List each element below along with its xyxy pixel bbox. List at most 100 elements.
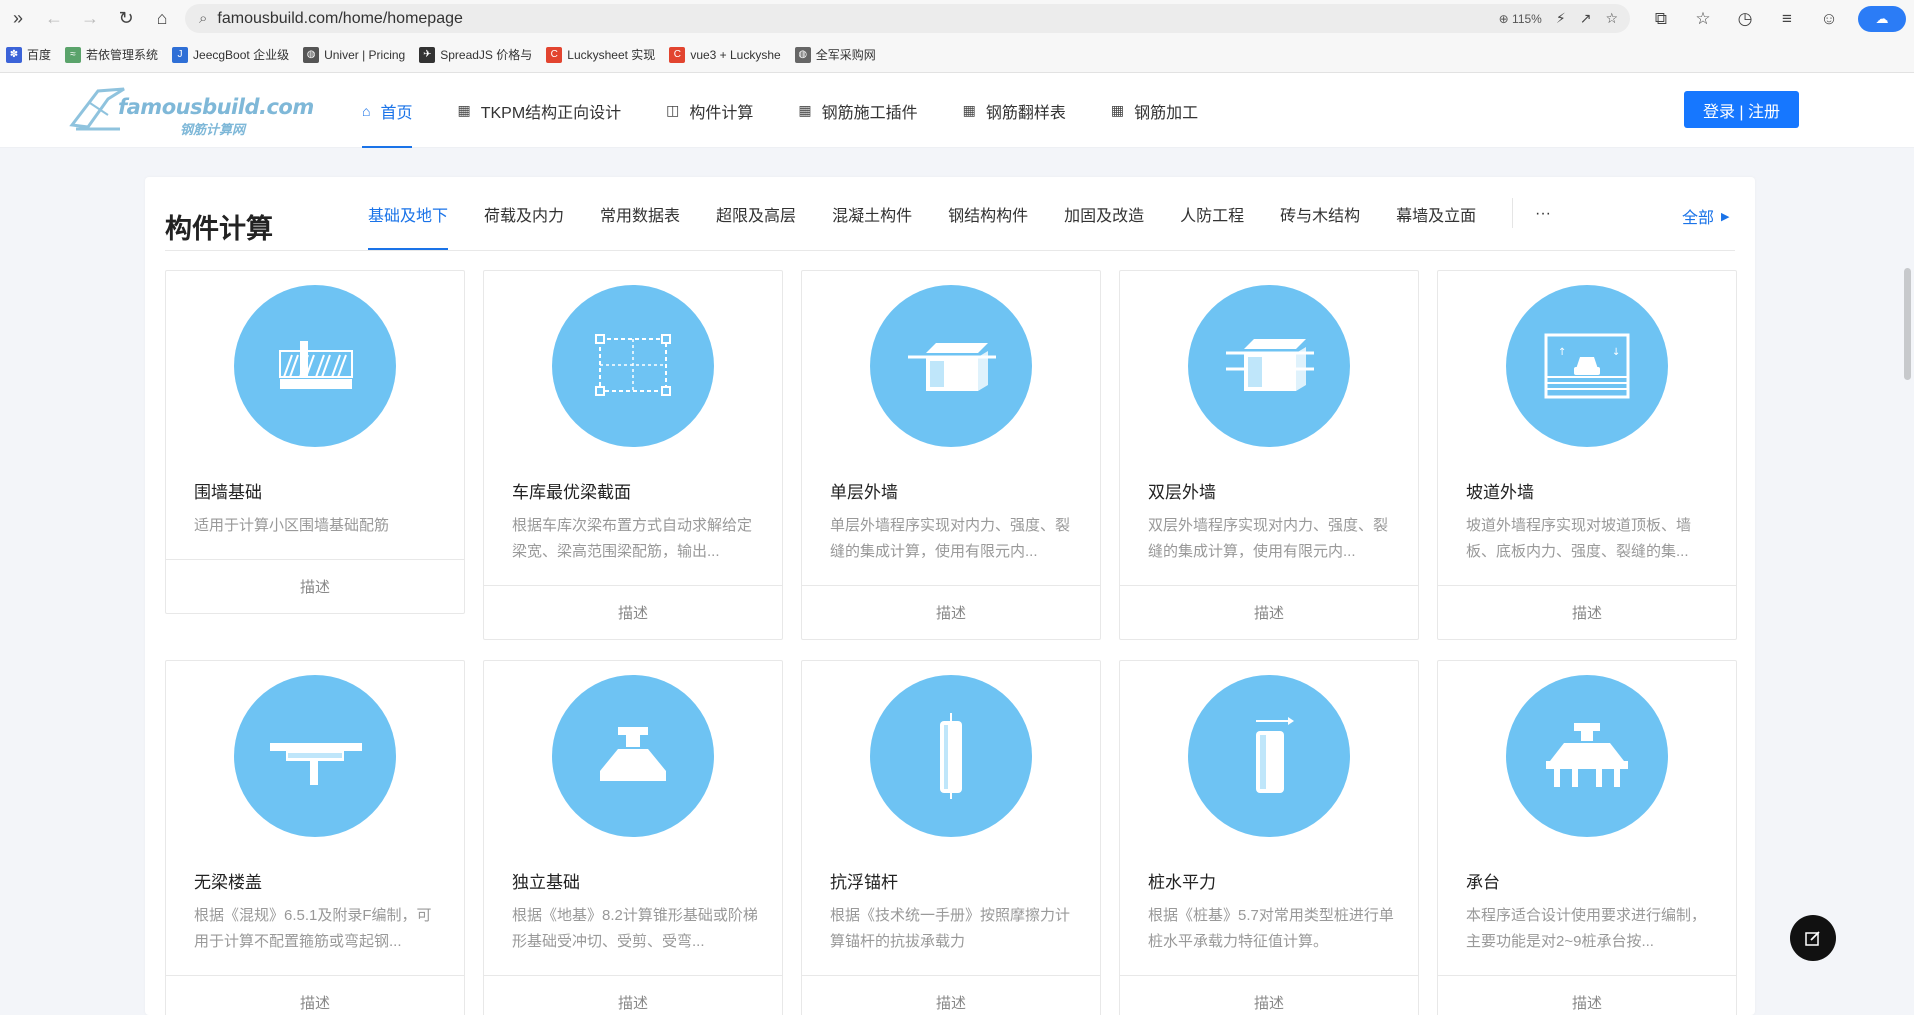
- frame-icon: ◫: [666, 102, 680, 118]
- history-icon[interactable]: ◷: [1724, 9, 1766, 29]
- grid-icon: ▦: [457, 102, 471, 118]
- bookmark-item[interactable]: J JeecgBoot 企业级: [172, 46, 289, 63]
- url-text[interactable]: famousbuild.com/home/homepage: [217, 10, 462, 28]
- ramp-wall-icon: ↑ ↓: [1544, 333, 1630, 399]
- pile-horizontal-icon: [1256, 717, 1294, 793]
- tab-curtain-wall[interactable]: 幕墙及立面: [1396, 177, 1476, 250]
- card-wall-foundation[interactable]: 围墙基础 适用于计算小区围墙基础配筋 描述: [165, 270, 465, 614]
- login-register-button[interactable]: 登录 | 注册: [1684, 91, 1799, 128]
- nav-item-tkpm[interactable]: ▦ TKPM结构正向设计: [457, 73, 621, 148]
- card-isolated-footing[interactable]: 独立基础 根据《地基》8.2计算锥形基础或阶梯形基础受冲切、受剪、受弯... 描…: [483, 660, 783, 1015]
- bookmark-item[interactable]: ◍ Univer | Pricing: [303, 46, 406, 63]
- category-tabs: 基础及地下 荷载及内力 常用数据表 超限及高层 混凝土构件 钢结构构件 加固及改…: [368, 177, 1512, 250]
- tab-foundation[interactable]: 基础及地下: [368, 177, 449, 250]
- cloud-icon[interactable]: ☁: [1858, 5, 1906, 32]
- bookmark-item[interactable]: ≈ 若依管理系统: [65, 46, 158, 63]
- sidebar-toggle-icon[interactable]: »: [0, 0, 36, 37]
- card-anchor-rod[interactable]: 抗浮锚杆 根据《技术统一手册》按照摩擦力计算锚杆的抗拔承载力 描述: [801, 660, 1101, 1015]
- grid-icon: ▦: [962, 102, 976, 118]
- card-icon-circle: ↑ ↓: [1506, 285, 1668, 447]
- card-title: 坡道外墙: [1466, 483, 1534, 502]
- card-description: 根据《桩基》5.7对常用类型桩进行单桩水平承载力特征值计算。: [1148, 907, 1394, 950]
- scrollbar-thumb[interactable]: [1904, 268, 1911, 380]
- bookmark-item[interactable]: Cvue3 + Luckyshe: [669, 46, 781, 63]
- forward-icon[interactable]: →: [72, 0, 108, 37]
- bookmark-label: 百度: [27, 48, 52, 62]
- view-all-label: 全部: [1682, 210, 1715, 227]
- share-icon[interactable]: ↗: [1580, 10, 1592, 27]
- card-title: 抗浮锚杆: [830, 873, 898, 892]
- favorites-icon[interactable]: ☆: [1682, 9, 1724, 29]
- bookmark-icon: ≈: [65, 46, 82, 63]
- card-describe-button[interactable]: 描述: [484, 975, 782, 1015]
- card-describe-button[interactable]: 描述: [166, 975, 464, 1015]
- bookmark-label: Luckysheet 实现: [567, 48, 656, 62]
- card-title: 无梁楼盖: [194, 873, 262, 892]
- card-pile-horizontal[interactable]: 桩水平力 根据《桩基》5.7对常用类型桩进行单桩水平承载力特征值计算。 描述: [1119, 660, 1419, 1015]
- more-tabs-button[interactable]: ···: [1535, 205, 1551, 223]
- zoom-indicator[interactable]: ⊕ 115%: [1499, 12, 1542, 26]
- card-double-wall[interactable]: 双层外墙 双层外墙程序实现对内力、强度、裂缝的集成计算，使用有限元内... 描述: [1119, 270, 1419, 640]
- nav-label: TKPM结构正向设计: [480, 104, 622, 122]
- nav-item-component-calc[interactable]: ◫ 构件计算: [666, 73, 753, 148]
- view-all-link[interactable]: 全部 ▶: [1682, 204, 1729, 228]
- tab-data-tables[interactable]: 常用数据表: [600, 177, 680, 250]
- main-nav: ⌂ 首页 ▦ TKPM结构正向设计 ◫ 构件计算 ▦ 钢筋施工插件 ▦ 钢筋翻样表 ▦ 钢筋…: [362, 73, 1243, 148]
- card-describe-button[interactable]: 描述: [1438, 585, 1736, 639]
- card-ramp-wall[interactable]: ↑ ↓ 坡道外墙 坡道外墙程序实现对坡道顶板、墙板、底板内力、强度、裂缝的集..…: [1437, 270, 1737, 640]
- card-describe-button[interactable]: 描述: [802, 585, 1100, 639]
- site-logo[interactable]: famousbuild.com 钢筋计算网: [68, 85, 314, 139]
- logo-subtitle: 钢筋计算网: [180, 122, 246, 137]
- tab-masonry-timber[interactable]: 砖与木结构: [1280, 177, 1360, 250]
- card-pile-cap[interactable]: 承台 本程序适合设计使用要求进行编制，主要功能是对2~9桩承台按... 描述: [1437, 660, 1737, 1015]
- nav-item-home[interactable]: ⌂ 首页: [362, 73, 413, 148]
- card-description: 根据《技术统一手册》按照摩擦力计算锚杆的抗拔承载力: [830, 907, 1071, 950]
- card-description: 本程序适合设计使用要求进行编制，主要功能是对2~9桩承台按...: [1466, 907, 1707, 950]
- card-describe-button[interactable]: 描述: [484, 585, 782, 639]
- tabs-divider: [165, 250, 1735, 251]
- address-bar[interactable]: ⌕ famousbuild.com/home/homepage ⊕ 115% ⚡…: [185, 4, 1630, 33]
- caret-right-icon: ▶: [1721, 210, 1730, 223]
- card-beam-section[interactable]: 车库最优梁截面 根据车库次梁布置方式自动求解给定梁宽、梁高范围梁配筋，输出...…: [483, 270, 783, 640]
- pile-cap-icon: [1546, 723, 1628, 787]
- back-icon[interactable]: ←: [36, 0, 72, 37]
- bookmark-item[interactable]: ✈ SpreadJS 价格与: [419, 46, 532, 63]
- bookmark-label: Univer | Pricing: [324, 47, 406, 62]
- nav-item-rebar-plugin[interactable]: ▦ 钢筋施工插件: [798, 73, 917, 148]
- extensions-icon[interactable]: ⧉: [1640, 9, 1682, 29]
- card-describe-button[interactable]: 描述: [1120, 585, 1418, 639]
- card-icon-circle: [1188, 675, 1350, 837]
- bookmark-item[interactable]: ✽ 百度: [6, 46, 51, 63]
- reload-icon[interactable]: ↻: [108, 0, 144, 37]
- card-describe-button[interactable]: 描述: [1120, 975, 1418, 1015]
- nav-item-rebar-table[interactable]: ▦ 钢筋翻样表: [963, 73, 1066, 148]
- tab-steel[interactable]: 钢结构构件: [948, 177, 1028, 250]
- card-flat-slab[interactable]: 无梁楼盖 根据《混规》6.5.1及附录F编制，可用于计算不配置箍筋或弯起钢...…: [165, 660, 465, 1015]
- home-icon[interactable]: ⌂: [144, 0, 180, 37]
- tab-reinforcement[interactable]: 加固及改造: [1064, 177, 1144, 250]
- bookmark-item[interactable]: C Luckysheet 实现: [546, 46, 655, 63]
- menu-icon[interactable]: ≡: [1766, 9, 1808, 29]
- double-wall-icon: [1226, 339, 1314, 391]
- star-icon[interactable]: ☆: [1605, 10, 1618, 27]
- card-describe-button[interactable]: 描述: [1438, 975, 1736, 1015]
- bookmark-icon: ✈: [419, 46, 436, 63]
- card-icon-circle: [1188, 285, 1350, 447]
- tab-civil-defense[interactable]: 人防工程: [1180, 177, 1244, 250]
- edit-icon: [1805, 931, 1820, 946]
- card-describe-button[interactable]: 描述: [166, 559, 464, 613]
- bolt-icon[interactable]: ⚡: [1556, 10, 1566, 27]
- page-scrollbar[interactable]: [1900, 148, 1914, 1015]
- card-single-wall[interactable]: 单层外墙 单层外墙程序实现对内力、强度、裂缝的集成计算，使用有限元内... 描述: [801, 270, 1101, 640]
- feedback-edit-button[interactable]: [1790, 915, 1836, 961]
- flat-slab-icon: [270, 743, 362, 785]
- tab-high-rise[interactable]: 超限及高层: [716, 177, 796, 250]
- profile-icon[interactable]: ☺: [1808, 9, 1850, 29]
- nav-item-rebar-processing[interactable]: ▦ 钢筋加工: [1111, 73, 1198, 148]
- tab-loads[interactable]: 荷载及内力: [484, 177, 564, 250]
- card-describe-button[interactable]: 描述: [802, 975, 1100, 1015]
- component-calc-panel: 构件计算 基础及地下 荷载及内力 常用数据表 超限及高层 混凝土构件 钢结构构件…: [145, 177, 1755, 1015]
- svg-text:↓: ↓: [1612, 347, 1620, 358]
- tab-concrete[interactable]: 混凝土构件: [832, 177, 912, 250]
- bookmark-item[interactable]: ◍ 全军采购网: [794, 46, 876, 63]
